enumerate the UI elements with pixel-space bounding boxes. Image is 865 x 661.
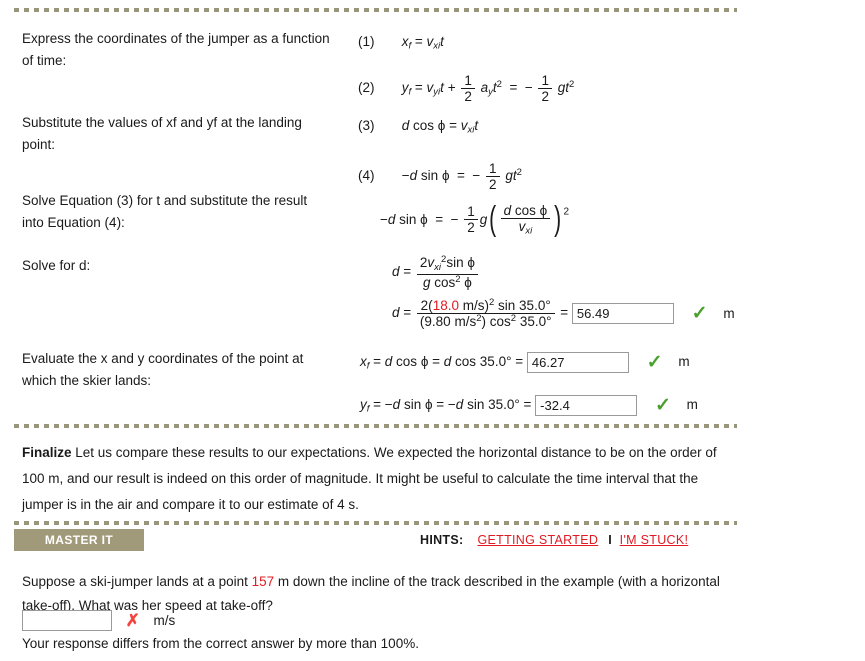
hints-separator: I [608, 533, 612, 547]
finalize-body: Let us compare these results to our expe… [22, 445, 717, 512]
fraction-d-numeric: 2(18.0 m/s)2 sin 35.0° (9.80 m/s2) cos2 … [416, 297, 555, 330]
equation-4: (4) −d sin ϕ = − 12 gt2 [358, 159, 858, 192]
master-it-answer-input[interactable] [22, 610, 112, 631]
correct-check-icon-y: ✓ [654, 394, 671, 416]
speed-value: 18.0 [432, 298, 459, 314]
step-label-solve-for-d: Solve for d: [22, 255, 332, 277]
step-label-substitute-values: Substitute the values of xf and yf at th… [22, 112, 332, 156]
gravity-value: 9.80 [424, 314, 451, 330]
equation-x-final: xf = d cos ϕ = d cos 35.0° = ✓ m [360, 348, 860, 381]
step-label-evaluate-coordinates: Evaluate the x and y coordinates of the … [22, 348, 332, 392]
step-label-text: Substitute the values of xf and yf at th… [22, 115, 302, 152]
incorrect-cross-icon: ✗ [125, 611, 140, 630]
angle-value-1: 35.0° [519, 298, 551, 314]
equation-column-1: (1) xf = vxit (2) yf = vyit + 12 ayt2 = … [358, 28, 858, 107]
equation-d-numeric-body: d = 2(18.0 m/s)2 sin 35.0° (9.80 m/s2) c… [392, 297, 735, 329]
equation-d-symbolic-body: d = 2vxi2sin ϕ g cos2 ϕ [392, 254, 480, 290]
step-label-text: Express the coordinates of the jumper as… [22, 31, 330, 68]
question-text-part1: Suppose a ski-jumper lands at a point [22, 574, 252, 589]
fraction-one-half-b: 12 [538, 73, 552, 104]
master-it-feedback: Your response differs from the correct a… [22, 636, 419, 651]
equation-d-numeric: d = 2(18.0 m/s)2 sin 35.0° (9.80 m/s2) c… [392, 297, 865, 330]
angle-value-3: 35.0° [479, 354, 512, 369]
fraction-d-symbolic: 2vxi2sin ϕ g cos2 ϕ [416, 254, 478, 290]
paren-close-icon: ) [554, 200, 562, 238]
paren-open-icon: ( [489, 200, 497, 238]
master-it-unit: m/s [153, 613, 176, 628]
equation-number-4: (4) [358, 168, 375, 184]
divider-top [14, 8, 737, 12]
equation-2: (2) yf = vyit + 12 ayt2 = − 12 gt2 [358, 71, 858, 107]
equation-substituted: −d sin ϕ = − 1 2 g(d cos ϕ vxi) 2 [380, 190, 865, 237]
step-label-text: Solve for d: [22, 258, 91, 273]
divider-finalize [14, 424, 737, 428]
finalize-section: Finalize Let us compare these results to… [22, 440, 734, 518]
im-stuck-link[interactable]: I'M STUCK! [620, 533, 689, 547]
answer-input-x-coordinate[interactable] [526, 351, 629, 373]
equation-number-1: (1) [358, 34, 375, 50]
equation-y-final: yf = −d sin ϕ = −d sin 35.0° = ✓ m [360, 391, 860, 424]
master-it-bar: MASTER IT [14, 529, 144, 551]
gravity-unit: m/s [454, 314, 477, 330]
equation-substituted-body: −d sin ϕ = − 1 2 g(d cos ϕ vxi) 2 [380, 200, 570, 238]
correct-check-icon-distance: ✓ [691, 303, 708, 325]
equation-y-final-body: yf = −d sin ϕ = −d sin 35.0° = [360, 396, 532, 415]
unit-x: m [678, 354, 690, 370]
equation-1-body: xf = vxit [401, 34, 444, 52]
hints-label: HINTS: [420, 533, 464, 547]
step-label-text: Evaluate the x and y coordinates of the … [22, 351, 304, 388]
speed-unit: m/s [462, 298, 485, 314]
equation-3: (3) d cos ϕ = vxit [358, 112, 858, 145]
answer-input-distance[interactable] [571, 303, 674, 325]
equation-number-2: (2) [358, 80, 375, 96]
finalize-heading: Finalize [22, 445, 72, 460]
equation-column-4: d = 2vxi2sin ϕ g cos2 ϕ d = 2(18.0 m/s)2… [392, 254, 865, 330]
getting-started-link[interactable]: GETTING STARTED [477, 533, 598, 547]
fraction-one-half-c: 12 [486, 161, 500, 192]
exercise-page: Express the coordinates of the jumper as… [0, 0, 865, 661]
unit-distance: m [723, 305, 735, 321]
answer-input-y-coordinate[interactable] [535, 394, 638, 416]
fraction-one-half-a: 12 [461, 73, 475, 104]
step-label-solve-equation-3: Solve Equation (3) for t and substitute … [22, 190, 332, 234]
angle-value-2: 35.0° [519, 314, 552, 330]
equation-column-5: xf = d cos ϕ = d cos 35.0° = ✓ m yf = −d… [360, 348, 860, 423]
correct-check-icon-x: ✓ [646, 351, 663, 373]
equation-1: (1) xf = vxit [358, 28, 858, 61]
fraction-one-half-d: 12 [464, 204, 478, 235]
fraction-dcos-over-vxi: d cos ϕ vxi [500, 203, 551, 237]
equation-d-symbolic: d = 2vxi2sin ϕ g cos2 ϕ [392, 254, 865, 290]
step-label-text: Solve Equation (3) for t and substitute … [22, 193, 308, 230]
divider-master-it [14, 521, 737, 525]
master-it-answer-row: ✗ m/s [22, 610, 175, 631]
equation-2-body: yf = vyit + 12 ayt2 = − 12 gt2 [401, 72, 575, 104]
equation-number-3: (3) [358, 118, 375, 134]
equation-column-3: −d sin ϕ = − 1 2 g(d cos ϕ vxi) 2 [380, 190, 865, 237]
question-highlight-value: 157 [251, 574, 275, 589]
angle-value-4: 35.0° [488, 396, 520, 412]
hints-row: HINTS: GETTING STARTED I I'M STUCK! [420, 531, 688, 549]
unit-y: m [686, 397, 698, 413]
equation-x-final-body: xf = d cos ϕ = d cos 35.0° = [360, 354, 524, 372]
equation-3-body: d cos ϕ = vxit [401, 118, 479, 136]
step-label-express-coordinates: Express the coordinates of the jumper as… [22, 28, 332, 72]
equation-4-body: −d sin ϕ = − 12 gt2 [401, 160, 522, 192]
equation-column-2: (3) d cos ϕ = vxit (4) −d sin ϕ = − 12 g… [358, 112, 858, 192]
